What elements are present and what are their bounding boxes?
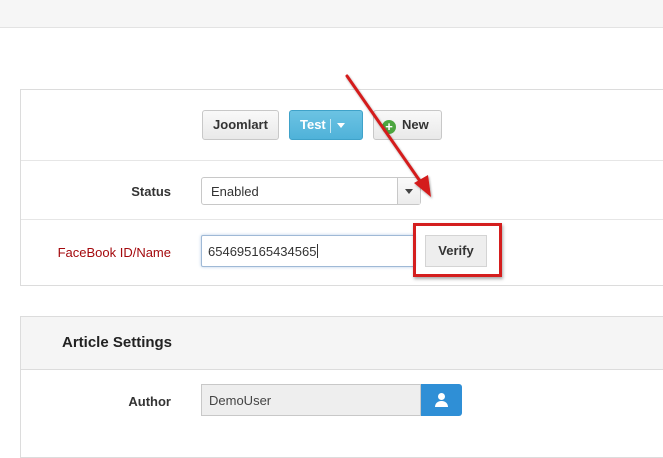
article-settings-panel: Article Settings Author DemoUser xyxy=(20,316,663,458)
author-value: DemoUser xyxy=(209,393,272,408)
user-icon xyxy=(438,393,445,400)
author-label: Author xyxy=(128,394,171,409)
user-icon-body xyxy=(435,401,448,407)
author-input[interactable]: DemoUser xyxy=(201,384,421,416)
article-settings-title: Article Settings xyxy=(62,334,173,351)
select-user-button[interactable] xyxy=(421,384,462,416)
article-settings-header: Article Settings xyxy=(21,317,663,370)
